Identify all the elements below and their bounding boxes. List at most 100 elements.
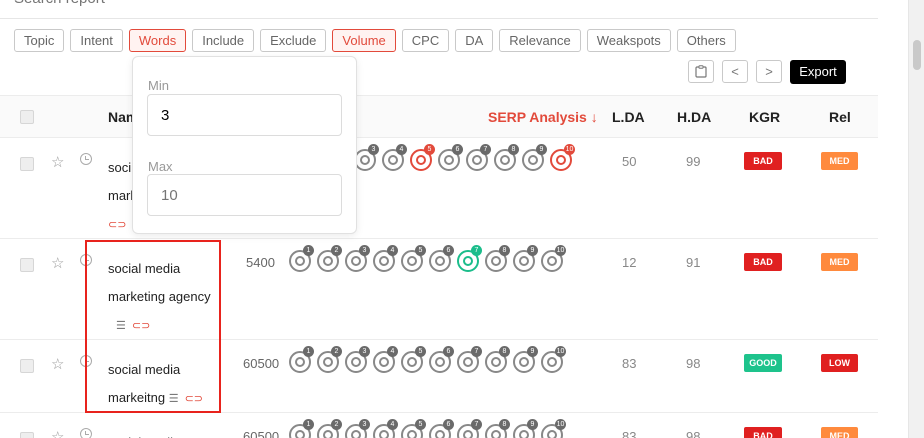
row-checkbox[interactable] — [20, 157, 34, 171]
keyword-line-1[interactable]: social media — [108, 356, 203, 384]
serp-rank-icon[interactable]: 4 — [373, 346, 398, 373]
filter-volume[interactable]: Volume — [332, 29, 396, 52]
scrollbar-thumb[interactable] — [913, 40, 921, 70]
keyword-cell: social media marketing agency ☰ ⊂⊃ — [108, 255, 211, 339]
serp-rank-icon[interactable]: 5 — [410, 144, 435, 171]
serp-rank-icon[interactable]: 9 — [513, 346, 538, 373]
serp-rank-icon[interactable]: 9 — [513, 419, 538, 438]
hda-value: 99 — [686, 154, 701, 169]
keyword-line-2[interactable]: markeitng — [108, 384, 165, 412]
serp-rank-icon[interactable]: 8 — [485, 419, 510, 438]
filter-da[interactable]: DA — [455, 29, 494, 52]
chevron-left-icon[interactable]: < — [722, 60, 748, 83]
serp-rank-icon[interactable]: 7 — [457, 419, 482, 438]
search-bar[interactable] — [0, 0, 878, 19]
serp-rank-icon[interactable]: 4 — [373, 245, 398, 272]
filter-weakspots[interactable]: Weakspots — [586, 29, 671, 52]
keyword-line-2[interactable]: marketing agency — [108, 283, 211, 311]
header-lda[interactable]: L.DA — [612, 109, 645, 125]
serp-rank-icon[interactable]: 6 — [438, 144, 463, 171]
serp-rank-icon[interactable]: 6 — [429, 419, 454, 438]
serp-rank-icon[interactable]: 6 — [429, 245, 454, 272]
header-serp-analysis[interactable]: SERP Analysis ↓ — [488, 109, 598, 125]
keyword-actions: ⊂⊃ — [108, 218, 126, 232]
keyword-line-1[interactable]: social media — [108, 255, 211, 283]
list-icon[interactable]: ☰ — [116, 320, 126, 332]
serp-rank-icon[interactable]: 1 — [289, 245, 314, 272]
link-icon[interactable]: ⊂⊃ — [108, 219, 126, 231]
export-button[interactable]: Export — [790, 60, 846, 84]
row-checkbox[interactable] — [20, 359, 34, 373]
serp-circles: 1 2 3 4 5 6 7 8 9 10 — [289, 419, 566, 438]
serp-rank-icon[interactable]: 2 — [317, 346, 342, 373]
star-icon[interactable]: ☆ — [51, 428, 64, 438]
link-icon[interactable]: ⊂⊃ — [132, 320, 150, 332]
link-icon[interactable]: ⊂⊃ — [185, 393, 203, 405]
serp-circles: 1 2 3 4 5 6 7 8 9 10 — [289, 245, 566, 272]
star-icon[interactable]: ☆ — [51, 254, 64, 272]
max-words-input[interactable] — [147, 174, 342, 216]
keyword-actions: ☰ ⊂⊃ — [169, 392, 203, 406]
serp-rank-icon[interactable]: 7 — [466, 144, 491, 171]
select-all-checkbox[interactable] — [20, 110, 34, 124]
clock-icon[interactable] — [80, 355, 92, 367]
header-hda[interactable]: H.DA — [677, 109, 711, 125]
vertical-scrollbar[interactable] — [908, 0, 924, 438]
header-kgr[interactable]: KGR — [749, 109, 787, 125]
clock-icon[interactable] — [80, 428, 92, 438]
serp-rank-icon[interactable]: 5 — [401, 346, 426, 373]
table-toolbar: < > Export — [688, 60, 846, 84]
serp-rank-icon[interactable]: 5 — [401, 419, 426, 438]
serp-rank-icon[interactable]: 2 — [317, 419, 342, 438]
clock-icon[interactable] — [80, 153, 92, 165]
row-checkbox[interactable] — [20, 432, 34, 438]
star-icon[interactable]: ☆ — [51, 153, 64, 171]
filter-cpc[interactable]: CPC — [401, 29, 450, 52]
filter-intent[interactable]: Intent — [70, 29, 123, 52]
volume-value: 5400 — [246, 255, 275, 270]
serp-rank-icon[interactable]: 3 — [354, 144, 379, 171]
min-words-input[interactable] — [147, 94, 342, 136]
filter-others[interactable]: Others — [676, 29, 736, 52]
keyword-line-1[interactable]: social media — [108, 429, 180, 438]
row-checkbox[interactable] — [20, 258, 34, 272]
clock-icon[interactable] — [80, 254, 92, 266]
serp-rank-icon[interactable]: 4 — [382, 144, 407, 171]
serp-rank-icon[interactable]: 10 — [550, 144, 575, 171]
chevron-right-icon[interactable]: > — [756, 60, 782, 83]
serp-rank-icon[interactable]: 1 — [289, 419, 314, 438]
serp-rank-icon[interactable]: 8 — [485, 346, 510, 373]
list-icon[interactable]: ☰ — [169, 393, 179, 405]
serp-rank-icon[interactable]: 10 — [541, 346, 566, 373]
kgr-badge: BAD — [744, 253, 782, 271]
header-rel[interactable]: Rel — [829, 109, 866, 125]
serp-rank-icon[interactable]: 5 — [401, 245, 426, 272]
filter-include[interactable]: Include — [192, 29, 255, 52]
serp-rank-icon[interactable]: 8 — [494, 144, 519, 171]
serp-rank-icon[interactable]: 2 — [317, 245, 342, 272]
filter-words[interactable]: Words — [128, 29, 187, 52]
serp-rank-icon[interactable]: 4 — [373, 419, 398, 438]
serp-rank-icon[interactable]: 1 — [289, 346, 314, 373]
serp-rank-icon[interactable]: 9 — [513, 245, 538, 272]
hda-value: 98 — [686, 356, 701, 371]
serp-rank-icon[interactable]: 3 — [345, 346, 370, 373]
serp-rank-icon[interactable]: 6 — [429, 346, 454, 373]
serp-rank-icon[interactable]: 9 — [522, 144, 547, 171]
clipboard-icon[interactable] — [688, 60, 714, 83]
serp-rank-icon[interactable]: 7 — [457, 245, 482, 272]
serp-rank-icon[interactable]: 8 — [485, 245, 510, 272]
serp-rank-icon[interactable]: 3 — [345, 245, 370, 272]
serp-rank-icon[interactable]: 7 — [457, 346, 482, 373]
filter-relevance[interactable]: Relevance — [499, 29, 581, 52]
serp-rank-icon[interactable]: 10 — [541, 419, 566, 438]
serp-rank-icon[interactable]: 3 — [345, 419, 370, 438]
serp-circles: 3 4 5 6 7 8 9 10 — [354, 144, 575, 171]
star-icon[interactable]: ☆ — [51, 355, 64, 373]
filter-topic[interactable]: Topic — [14, 29, 65, 52]
rel-badge: MED — [821, 253, 858, 271]
search-input[interactable] — [14, 0, 314, 7]
serp-rank-icon[interactable]: 10 — [541, 245, 566, 272]
serp-circles: 1 2 3 4 5 6 7 8 9 10 — [289, 346, 566, 373]
filter-exclude[interactable]: Exclude — [260, 29, 327, 52]
